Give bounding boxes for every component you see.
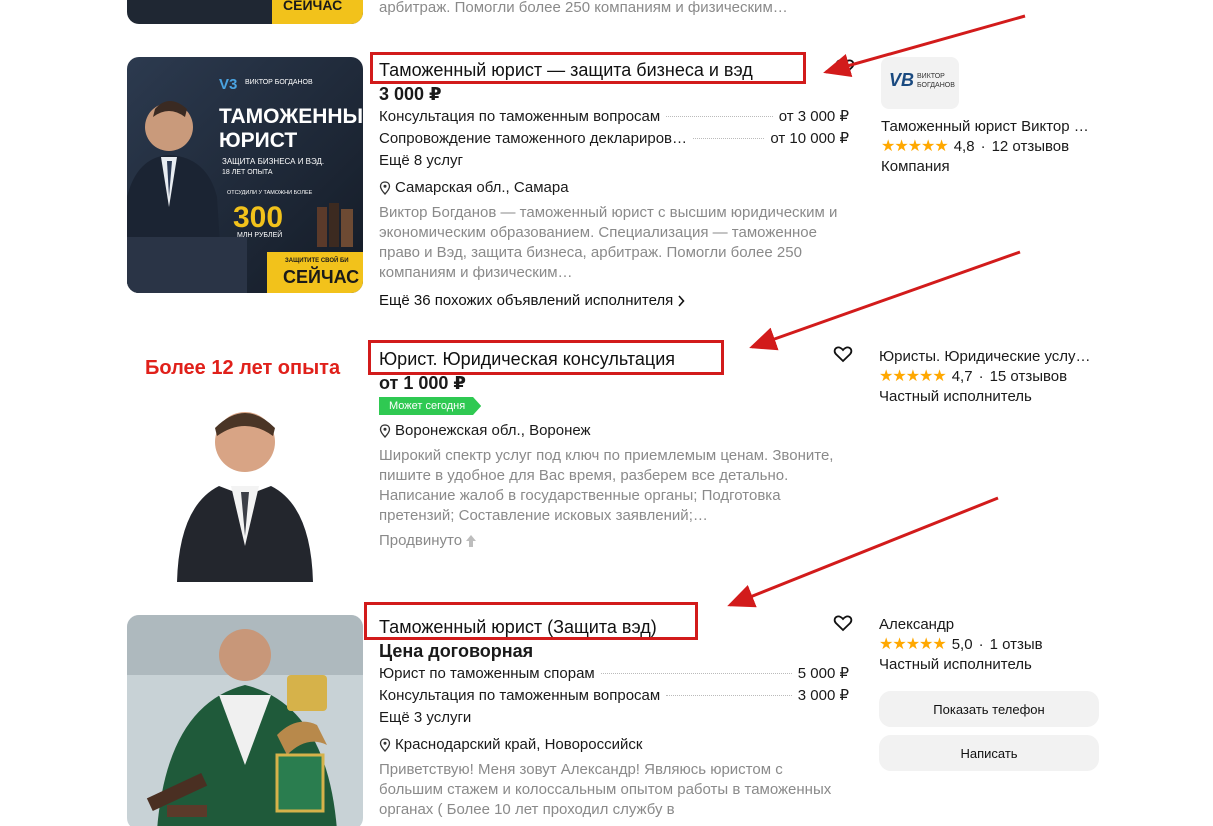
message-button[interactable]: Написать	[879, 735, 1099, 771]
dotted-leader	[666, 116, 773, 117]
thumb-stat-label: ОТСУДИЛИ У ТАМОЖНИ БОЛЕЕ	[227, 190, 313, 196]
listing-description: Широкий спектр услуг под ключ по приемле…	[379, 447, 834, 524]
dotted-leader	[600, 673, 792, 674]
listing-thumbnail[interactable]: СЕЙЧАС	[127, 0, 363, 24]
seller-type: Частный исполнитель	[879, 388, 1032, 405]
star-icon: ★★★★★	[879, 368, 947, 385]
service-name: Консультация по таможенным вопросам	[379, 687, 661, 704]
annotation-box	[368, 340, 724, 375]
heart-icon[interactable]	[833, 613, 853, 633]
seller-name[interactable]: Юристы. Юридические услу…	[879, 347, 1104, 367]
available-today-badge: Может сегодня	[379, 397, 482, 415]
listing-card[interactable]: Более 12 лет опыта Юрист. Юридическая ко…	[127, 346, 1107, 586]
service-price: 5 000 ₽	[797, 665, 849, 682]
seller-rating[interactable]: ★★★★★ 5,0 · 1 отзыв	[879, 635, 1104, 655]
more-services-link[interactable]: Ещё 3 услуги	[379, 707, 851, 729]
annotation-box	[364, 602, 698, 640]
seller-rating[interactable]: ★★★★★ 4,7 · 15 отзывов	[879, 367, 1104, 387]
thumb-caption: Более 12 лет опыта	[145, 357, 341, 379]
seller-info[interactable]: Юристы. Юридические услу… ★★★★★ 4,7 · 15…	[879, 347, 1104, 407]
rating-value: 4,7	[951, 368, 973, 385]
service-name: Консультация по таможенным вопросам	[379, 108, 661, 125]
thumb-brand: ВИКТОР БОГДАНОВ	[245, 79, 313, 86]
reviews-count: 12 отзывов	[991, 138, 1070, 155]
thumb-headline: ТАМОЖЕННЫ	[219, 105, 363, 128]
promoted-text: Продвинуто	[379, 532, 463, 549]
seller-name[interactable]: Таможенный юрист Виктор …	[881, 117, 1104, 137]
star-icon: ★★★★★	[881, 138, 949, 155]
location-pin-icon	[379, 424, 391, 438]
show-phone-button[interactable]: Показать телефон	[879, 691, 1099, 727]
star-icon: ★★★★★	[879, 636, 947, 653]
dotted-leader	[693, 138, 765, 139]
service-row: Сопровождение таможенного деклариров… от…	[379, 128, 849, 150]
listing-description: арбитраж. Помогли более 250 компаниям и …	[379, 0, 788, 16]
similar-listings-link[interactable]: Ещё 36 похожих объявлений исполнителя	[379, 290, 851, 312]
listing-description: Приветствую! Меня зовут Александр! Являю…	[379, 761, 832, 818]
service-price: от 3 000 ₽	[778, 108, 849, 125]
similar-listings-text: Ещё 36 похожих объявлений исполнителя	[379, 292, 674, 309]
seller-info[interactable]: VB ВИКТОР БОГДАНОВ Таможенный юрист Викт…	[879, 57, 1104, 177]
seller-type: Частный исполнитель	[879, 656, 1032, 673]
service-row: Консультация по таможенным вопросам от 3…	[379, 106, 849, 128]
seller-logo-mark: VB	[889, 70, 915, 90]
location-pin-icon	[379, 738, 391, 752]
more-services-link[interactable]: Ещё 8 услуг	[379, 150, 851, 172]
rating-value: 5,0	[951, 636, 973, 653]
thumb-cta-small: ЗАЩИТИТЕ СВОЙ БИ	[285, 256, 349, 264]
thumb-sub-2: 18 ЛЕТ ОПЫТА	[222, 169, 273, 176]
heart-icon[interactable]	[833, 344, 853, 364]
seller-rating[interactable]: ★★★★★ 4,8 · 12 отзывов	[881, 137, 1104, 157]
listing-location: Воронежская обл., Воронеж	[379, 420, 851, 442]
thumb-stat-value: 300	[233, 201, 283, 234]
rating-separator: ·	[980, 138, 986, 155]
seller-logo[interactable]: VB ВИКТОР БОГДАНОВ	[881, 57, 959, 109]
location-text: Воронежская обл., Воронеж	[395, 422, 591, 439]
thumb-cta: СЕЙЧАС	[283, 266, 359, 287]
reviews-count: 1 отзыв	[989, 636, 1043, 653]
service-row: Юрист по таможенным спорам 5 000 ₽	[379, 663, 849, 685]
rating-separator: ·	[978, 636, 984, 653]
promoted-label: Продвинуто	[379, 530, 851, 552]
location-text: Самарская обл., Самара	[395, 179, 569, 196]
listing-description: Виктор Богданов — таможенный юрист с выс…	[379, 204, 838, 281]
arrow-up-icon	[466, 535, 477, 547]
annotation-box	[370, 52, 806, 84]
service-name: Юрист по таможенным спорам	[379, 665, 595, 682]
service-price: 3 000 ₽	[797, 687, 849, 704]
thumb-headline-2: ЮРИСТ	[219, 129, 297, 152]
rating-value: 4,8	[953, 138, 975, 155]
listing-location: Самарская обл., Самара	[379, 177, 851, 199]
location-text: Краснодарский край, Новороссийск	[395, 736, 643, 753]
seller-info[interactable]: Александр ★★★★★ 5,0 · 1 отзыв Частный ис…	[879, 615, 1104, 771]
thumb-sub: ЗАЩИТА БИЗНЕСА И ВЭД.	[222, 157, 324, 166]
listing-card[interactable]: V3 ВИКТОР БОГДАНОВ ТАМОЖЕННЫ ЮРИСТ ЗАЩИТ…	[127, 57, 1107, 327]
thumb-cta-text: СЕЙЧАС	[283, 0, 342, 13]
location-pin-icon	[379, 181, 391, 195]
listing-card[interactable]: Таможенный юрист (Защита вэд) Цена догов…	[127, 615, 1107, 826]
thumb-stat-unit: МЛН РУБЛЕЙ	[237, 230, 282, 239]
seller-logo-text: ВИКТОР	[917, 73, 945, 80]
heart-icon[interactable]	[835, 57, 855, 77]
listing-card-partial[interactable]: СЕЙЧАС арбитраж. Помогли более 250 компа…	[127, 0, 1107, 26]
listing-location: Краснодарский край, Новороссийск	[379, 734, 851, 756]
listing-thumbnail[interactable]	[127, 615, 363, 826]
listing-thumbnail[interactable]: V3 ВИКТОР БОГДАНОВ ТАМОЖЕННЫ ЮРИСТ ЗАЩИТ…	[127, 57, 363, 293]
service-row: Консультация по таможенным вопросам 3 00…	[379, 685, 849, 707]
chevron-right-icon	[678, 295, 685, 307]
listing-price: Цена договорная	[379, 641, 534, 661]
seller-name[interactable]: Александр	[879, 615, 1104, 635]
service-name: Сопровождение таможенного деклариров…	[379, 130, 688, 147]
seller-type: Компания	[881, 158, 950, 175]
service-price: от 10 000 ₽	[770, 130, 849, 147]
svg-text:V3: V3	[219, 76, 237, 93]
dotted-leader	[666, 695, 792, 696]
seller-logo-text-2: БОГДАНОВ	[917, 82, 955, 89]
rating-separator: ·	[978, 368, 984, 385]
listing-thumbnail[interactable]: Более 12 лет опыта	[127, 346, 363, 582]
listing-price: 3 000 ₽	[379, 84, 442, 104]
reviews-count: 15 отзывов	[989, 368, 1068, 385]
